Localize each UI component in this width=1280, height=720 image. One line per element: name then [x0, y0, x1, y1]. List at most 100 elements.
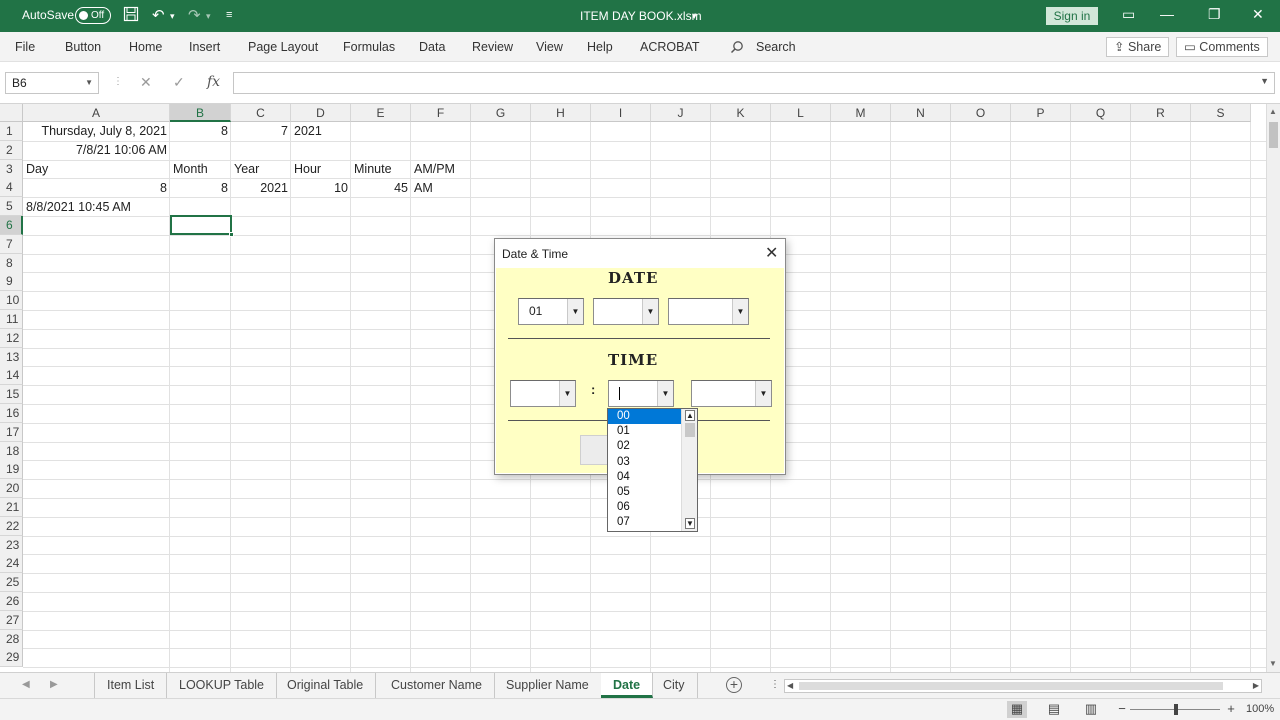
horizontal-scroll-thumb[interactable] [799, 682, 1223, 690]
column-header-a[interactable]: A [23, 104, 170, 122]
month-combobox[interactable]: ▼ [593, 298, 659, 325]
sheet-tab-supplier-name[interactable]: Supplier Name [494, 673, 602, 698]
cell-c1[interactable]: 7 [231, 122, 291, 141]
row-header-22[interactable]: 22 [0, 516, 23, 536]
select-all-corner[interactable] [0, 104, 23, 122]
sheet-tab-customer-name[interactable]: Customer Name [379, 673, 495, 698]
sheet-tab-date[interactable]: Date [601, 673, 654, 698]
cell-f4[interactable]: AM [411, 179, 471, 198]
customize-toolbar-icon[interactable]: ≡ [226, 9, 232, 21]
row-header-9[interactable]: 9 [0, 272, 23, 292]
search-label[interactable]: Search [756, 40, 796, 54]
scroll-down-icon[interactable]: ▼ [1269, 659, 1277, 668]
chevron-down-icon[interactable]: ▼ [85, 73, 93, 93]
scroll-down-icon[interactable]: ▼ [685, 518, 695, 529]
row-header-1[interactable]: 1 [0, 122, 23, 141]
column-header-q[interactable]: Q [1071, 104, 1131, 122]
sign-in-button[interactable]: Sign in [1046, 7, 1098, 25]
row-header-2[interactable]: 2 [0, 140, 23, 160]
vertical-scrollbar[interactable]: ▲ ▼ [1266, 104, 1280, 672]
row-header-24[interactable]: 24 [0, 554, 23, 574]
title-dropdown-icon[interactable]: ▾ [692, 11, 697, 22]
sheet-tab-city[interactable]: City [651, 673, 698, 698]
scroll-left-icon[interactable]: ◀ [787, 681, 793, 690]
chevron-down-icon[interactable]: ▼ [732, 299, 748, 324]
chevron-down-icon[interactable]: ▼ [567, 299, 583, 324]
row-header-6[interactable]: 6 [0, 216, 23, 235]
share-button[interactable]: ⇪ Share [1106, 37, 1170, 57]
scroll-right-icon[interactable]: ▶ [1253, 681, 1259, 690]
row-header-5[interactable]: 5 [0, 197, 23, 217]
insert-function-icon[interactable]: fx [207, 74, 220, 90]
row-header-27[interactable]: 27 [0, 610, 23, 630]
sheet-tab-item-list[interactable]: Item List [95, 673, 168, 698]
chevron-down-icon[interactable]: ▼ [559, 381, 575, 406]
cell-a5[interactable]: 8/8/2021 10:45 AM [23, 198, 170, 217]
row-header-17[interactable]: 17 [0, 422, 23, 442]
enter-icon[interactable]: ✓ [173, 74, 185, 91]
year-combobox[interactable]: ▼ [668, 298, 749, 325]
vertical-scroll-thumb[interactable] [1269, 122, 1278, 148]
column-header-o[interactable]: O [951, 104, 1011, 122]
row-header-23[interactable]: 23 [0, 535, 23, 555]
column-header-k[interactable]: K [711, 104, 771, 122]
zoom-in-icon[interactable]: + [1221, 701, 1241, 718]
autosave-toggle[interactable]: Off [75, 7, 111, 24]
row-header-28[interactable]: 28 [0, 629, 23, 649]
sheet-next-icon[interactable]: ▶ [50, 679, 58, 690]
row-header-13[interactable]: 13 [0, 347, 23, 367]
formula-input[interactable]: ▼ [233, 72, 1275, 94]
column-header-j[interactable]: J [651, 104, 711, 122]
minimize-icon[interactable]: — [1160, 6, 1174, 22]
restore-icon[interactable]: ❐ [1208, 6, 1221, 23]
column-header-i[interactable]: I [591, 104, 651, 122]
minute-dropdown-list[interactable]: 00 01 02 03 04 05 06 07 ▲ ▼ [607, 408, 698, 532]
column-header-f[interactable]: F [411, 104, 471, 122]
cell-a2[interactable]: 7/8/21 10:06 AM [23, 141, 170, 160]
dropdown-scrollbar[interactable]: ▲ ▼ [681, 409, 697, 531]
tab-acrobat[interactable]: ACROBAT [640, 40, 700, 54]
zoom-out-icon[interactable]: − [1112, 701, 1132, 718]
cell-d4[interactable]: 10 [291, 179, 351, 198]
redo-icon[interactable]: ↷ [188, 6, 201, 24]
column-header-p[interactable]: P [1011, 104, 1071, 122]
row-header-4[interactable]: 4 [0, 178, 23, 198]
undo-dropdown-icon[interactable]: ▾ [170, 11, 175, 22]
column-header-h[interactable]: H [531, 104, 591, 122]
cancel-icon[interactable]: ✕ [140, 74, 152, 91]
close-icon[interactable]: ✕ [1252, 6, 1264, 23]
row-header-25[interactable]: 25 [0, 573, 23, 593]
search-icon[interactable] [730, 40, 744, 57]
cell-f3[interactable]: AM/PM [411, 160, 471, 179]
column-header-g[interactable]: G [471, 104, 531, 122]
hour-combobox[interactable]: ▼ [510, 380, 576, 407]
row-header-7[interactable]: 7 [0, 234, 23, 254]
cell-b1[interactable]: 8 [170, 122, 231, 141]
row-header-14[interactable]: 14 [0, 366, 23, 386]
row-header-26[interactable]: 26 [0, 592, 23, 611]
row-header-3[interactable]: 3 [0, 159, 23, 179]
cell-c3[interactable]: Year [231, 160, 291, 179]
page-layout-view-icon[interactable]: ▤ [1044, 701, 1064, 718]
cell-a4[interactable]: 8 [23, 179, 170, 198]
ampm-combobox[interactable]: ▼ [691, 380, 772, 407]
cell-e4[interactable]: 45 [351, 179, 411, 198]
fill-handle[interactable] [229, 232, 234, 237]
cell-b4[interactable]: 8 [170, 179, 231, 198]
undo-icon[interactable]: ↶ [152, 6, 165, 24]
column-header-l[interactable]: L [771, 104, 831, 122]
chevron-down-icon[interactable]: ▼ [657, 381, 673, 406]
ribbon-display-icon[interactable]: ▭ [1122, 6, 1135, 23]
cell-b3[interactable]: Month [170, 160, 231, 179]
tab-formulas[interactable]: Formulas [343, 40, 395, 54]
zoom-level[interactable]: 100% [1246, 703, 1274, 715]
chevron-down-icon[interactable]: ▼ [755, 381, 771, 406]
tab-view[interactable]: View [536, 40, 563, 54]
add-sheet-icon[interactable]: + [726, 677, 742, 693]
row-header-19[interactable]: 19 [0, 460, 23, 480]
sheet-tab-lookup-table[interactable]: LOOKUP Table [167, 673, 278, 698]
sheet-tab-original-table[interactable]: Original Table [275, 673, 377, 698]
column-header-b[interactable]: B [170, 104, 231, 122]
tab-file[interactable]: File [15, 40, 35, 54]
tab-help[interactable]: Help [587, 40, 613, 54]
